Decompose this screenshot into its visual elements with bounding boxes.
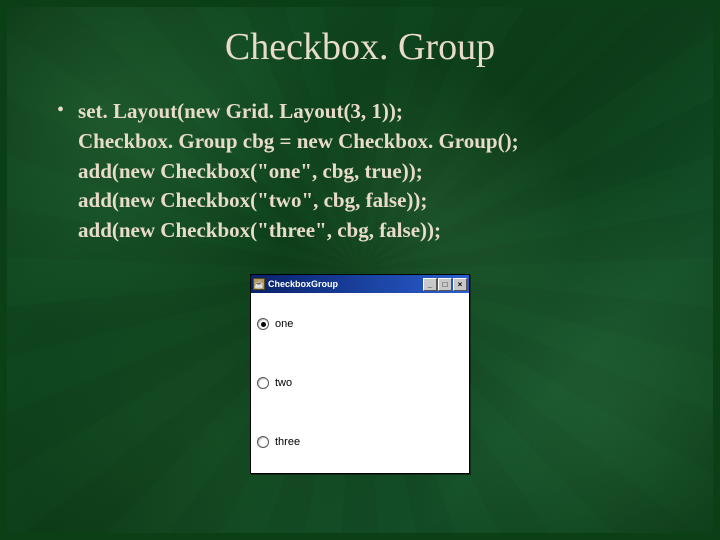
close-button[interactable]: ×: [453, 278, 467, 291]
code-line-3: add(new Checkbox("one", cbg, true));: [78, 157, 519, 187]
radio-label: two: [275, 377, 292, 389]
radio-icon: [257, 318, 269, 330]
maximize-button[interactable]: □: [438, 278, 452, 291]
window-controls: _ □ ×: [423, 278, 467, 291]
window-title: CheckboxGroup: [268, 280, 420, 289]
minimize-button[interactable]: _: [423, 278, 437, 291]
bullet-icon: •: [57, 97, 64, 123]
code-line-1: set. Layout(new Grid. Layout(3, 1));: [78, 97, 519, 127]
radio-dot-icon: [261, 322, 266, 327]
radio-label: one: [275, 318, 293, 330]
code-line-5: add(new Checkbox("three", cbg, false));: [78, 216, 519, 246]
slide-title: Checkbox. Group: [47, 25, 673, 69]
radio-three[interactable]: three: [253, 412, 467, 471]
app-window: ☕ CheckboxGroup _ □ × one two: [250, 274, 470, 474]
code-line-2: Checkbox. Group cbg = new Checkbox. Grou…: [78, 127, 519, 157]
radio-two[interactable]: two: [253, 354, 467, 413]
bullet-row: • set. Layout(new Grid. Layout(3, 1)); C…: [57, 97, 673, 246]
code-line-4: add(new Checkbox("two", cbg, false));: [78, 186, 519, 216]
slide: Checkbox. Group • set. Layout(new Grid. …: [7, 7, 713, 474]
radio-icon: [257, 377, 269, 389]
window-client-area: one two three: [251, 293, 469, 473]
radio-one[interactable]: one: [253, 295, 467, 354]
coffee-icon: ☕: [253, 278, 265, 290]
window-titlebar[interactable]: ☕ CheckboxGroup _ □ ×: [251, 275, 469, 293]
radio-icon: [257, 436, 269, 448]
radio-label: three: [275, 436, 300, 448]
window-container: ☕ CheckboxGroup _ □ × one two: [47, 274, 673, 474]
code-block: set. Layout(new Grid. Layout(3, 1)); Che…: [78, 97, 519, 246]
